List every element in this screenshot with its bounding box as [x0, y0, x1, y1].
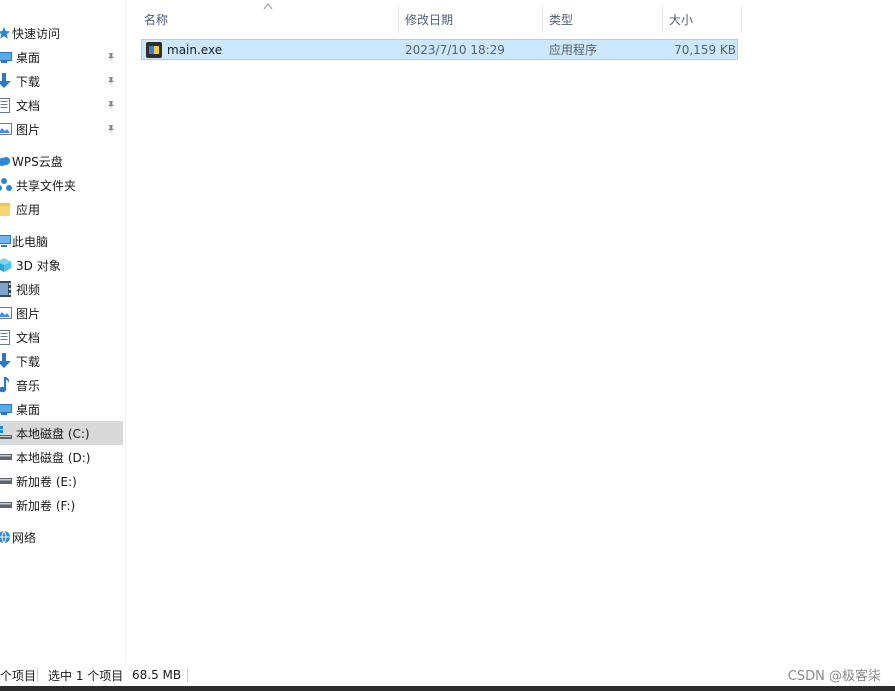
- nav-item-desktop[interactable]: 桌面: [0, 45, 123, 69]
- cloud-icon: [0, 153, 12, 169]
- nav-label: 桌面: [16, 50, 41, 65]
- status-selected-count: 选中 1 个项目: [48, 668, 124, 683]
- pin-icon[interactable]: [105, 49, 117, 65]
- download-arrow-icon: [0, 73, 12, 89]
- file-name: main.exe: [167, 42, 223, 57]
- file-name-cell: main.exe: [146, 40, 222, 59]
- nav-label: 文档: [16, 330, 41, 345]
- drive-icon: [0, 449, 12, 465]
- drive-icon: [0, 497, 12, 513]
- network-icon: [0, 529, 12, 545]
- nav-item-documents-pc[interactable]: 文档: [0, 325, 123, 349]
- file-modified: 2023/7/10 18:29: [405, 42, 505, 57]
- folder-icon: [0, 201, 12, 217]
- column-header-label: 类型: [549, 12, 574, 27]
- nav-label: 应用: [16, 202, 41, 217]
- nav-this-pc[interactable]: 此电脑: [0, 229, 123, 253]
- nav-label: 快速访问: [12, 26, 61, 41]
- file-type: 应用程序: [549, 43, 598, 57]
- column-divider[interactable]: [741, 6, 742, 33]
- file-size: 70,159 KB: [674, 42, 736, 57]
- pin-icon[interactable]: [105, 73, 117, 89]
- drive-icon: [0, 473, 12, 489]
- nav-label: 新加卷 (E:): [16, 474, 77, 489]
- nav-item-pictures-pc[interactable]: 图片: [0, 301, 123, 325]
- document-icon: [0, 97, 12, 113]
- system-drive-icon: [0, 425, 12, 441]
- watermark-text: CSDN @极客柒: [787, 669, 881, 684]
- column-header-type[interactable]: 类型: [549, 6, 662, 32]
- status-divider: [37, 668, 38, 682]
- computer-icon: [0, 233, 12, 249]
- nav-item-3d-objects[interactable]: 3D 对象: [0, 253, 123, 277]
- nav-item-downloads-pc[interactable]: 下载: [0, 349, 123, 373]
- status-item-count: 个项目: [0, 668, 37, 683]
- file-row[interactable]: main.exe 2023/7/10 18:29 应用程序 70,159 KB: [141, 39, 738, 60]
- star-icon: [0, 25, 12, 41]
- column-header-label: 大小: [669, 12, 694, 27]
- nav-item-drive-d[interactable]: 本地磁盘 (D:): [0, 445, 123, 469]
- nav-shared-folder[interactable]: 共享文件夹: [0, 173, 123, 197]
- nav-network[interactable]: 网络: [0, 525, 123, 549]
- column-divider[interactable]: [542, 6, 543, 33]
- nav-label: 网络: [12, 530, 37, 545]
- film-icon: [0, 281, 12, 297]
- nav-item-pictures[interactable]: 图片: [0, 117, 123, 141]
- picture-icon: [0, 305, 12, 321]
- nav-label: 文档: [16, 98, 41, 113]
- bottom-band: [0, 686, 895, 691]
- nav-apps[interactable]: 应用: [0, 197, 123, 221]
- nav-item-music[interactable]: 音乐: [0, 373, 123, 397]
- nav-item-documents[interactable]: 文档: [0, 93, 123, 117]
- download-arrow-icon: [0, 353, 12, 369]
- nav-label: 本地磁盘 (C:): [16, 426, 90, 441]
- column-header-label: 修改日期: [405, 12, 454, 27]
- nav-label: 音乐: [16, 378, 41, 393]
- share-icon: [0, 177, 12, 193]
- music-note-icon: [0, 377, 12, 393]
- exe-file-icon: [146, 41, 162, 58]
- nav-item-downloads[interactable]: 下载: [0, 69, 123, 93]
- desktop-icon: [0, 49, 12, 65]
- nav-label: 共享文件夹: [16, 178, 77, 193]
- 3d-cube-icon: [0, 257, 12, 273]
- desktop-icon: [0, 401, 12, 417]
- column-divider[interactable]: [662, 6, 663, 33]
- nav-item-drive-e[interactable]: 新加卷 (E:): [0, 469, 123, 493]
- nav-label: WPS云盘: [12, 154, 63, 169]
- nav-item-drive-f[interactable]: 新加卷 (F:): [0, 493, 123, 517]
- column-header-modified[interactable]: 修改日期: [405, 6, 542, 32]
- nav-label: 本地磁盘 (D:): [16, 450, 91, 465]
- nav-label: 桌面: [16, 402, 41, 417]
- nav-wps-cloud[interactable]: WPS云盘: [0, 149, 123, 173]
- nav-item-desktop-pc[interactable]: 桌面: [0, 397, 123, 421]
- nav-label: 下载: [16, 354, 41, 369]
- pin-icon[interactable]: [105, 121, 117, 137]
- column-header-name[interactable]: 名称: [144, 6, 398, 32]
- nav-label: 图片: [16, 306, 41, 321]
- nav-item-videos[interactable]: 视频: [0, 277, 123, 301]
- document-icon: [0, 329, 12, 345]
- nav-item-drive-c[interactable]: 本地磁盘 (C:): [0, 421, 123, 445]
- picture-icon: [0, 121, 12, 137]
- pin-icon[interactable]: [105, 97, 117, 113]
- navigation-pane: 快速访问 桌面 下载 文档 图片 WPS云盘 共享文件夹 应用 此电脑 3D 对…: [0, 0, 126, 662]
- nav-label: 此电脑: [12, 234, 49, 249]
- nav-quick-access[interactable]: 快速访问: [0, 21, 123, 45]
- column-header-label: 名称: [144, 12, 169, 27]
- status-selected-size: 68.5 MB: [132, 668, 182, 682]
- nav-label: 图片: [16, 122, 41, 137]
- nav-label: 视频: [16, 282, 41, 297]
- status-divider: [187, 668, 188, 682]
- nav-label: 3D 对象: [16, 258, 61, 273]
- nav-label: 新加卷 (F:): [16, 498, 76, 513]
- column-divider[interactable]: [398, 6, 399, 33]
- nav-label: 下载: [16, 74, 41, 89]
- column-header-size[interactable]: 大小: [669, 6, 741, 32]
